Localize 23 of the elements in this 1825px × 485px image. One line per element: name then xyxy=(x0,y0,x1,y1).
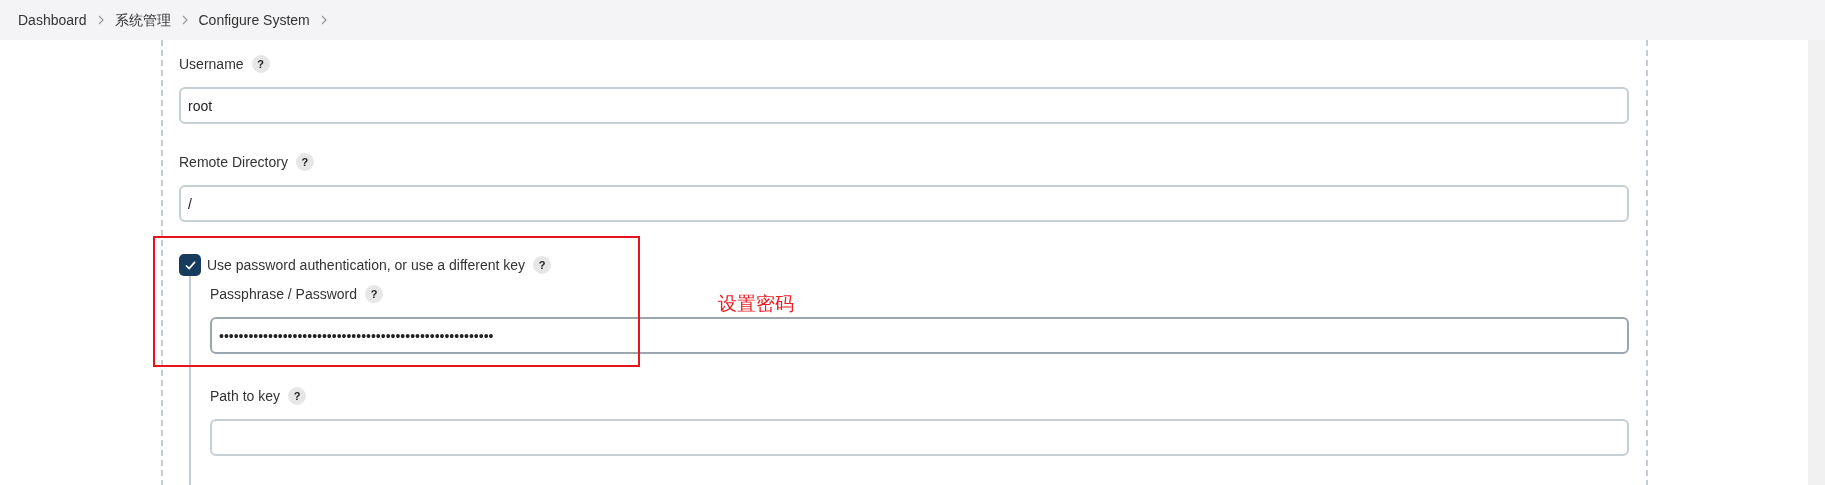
text-field[interactable]: root xyxy=(179,87,1629,124)
help-button[interactable]: ? xyxy=(365,285,384,303)
field-label: Passphrase / Password xyxy=(210,284,358,304)
text-field[interactable]: •••••••••••••••••••••••••••••••••••••••••••••••••••••••• xyxy=(210,317,1629,354)
checkbox[interactable] xyxy=(179,254,201,276)
field-label: Remote Directory xyxy=(179,152,288,172)
text-field[interactable] xyxy=(210,419,1629,456)
checkmark-icon xyxy=(184,260,196,270)
help-button[interactable]: ? xyxy=(295,153,314,171)
help-button[interactable]: ? xyxy=(533,256,552,274)
field-label: Username xyxy=(179,54,244,74)
breadcrumb-link[interactable]: 系统管理 xyxy=(114,9,171,31)
annotation-text: 设置密码 xyxy=(718,292,794,316)
help-button[interactable]: ? xyxy=(251,55,270,73)
breadcrumb-link[interactable]: Dashboard xyxy=(18,9,87,31)
field-label: Path to key xyxy=(210,386,281,406)
breadcrumb-link[interactable]: Configure System xyxy=(198,9,310,31)
checkbox-label: Use password authentication, or use a different key xyxy=(207,255,526,275)
chevron-icon xyxy=(181,15,188,25)
chevron-icon xyxy=(320,15,327,25)
chevron-icon xyxy=(97,15,104,25)
help-button[interactable]: ? xyxy=(288,387,307,405)
text-field[interactable]: / xyxy=(179,185,1629,222)
